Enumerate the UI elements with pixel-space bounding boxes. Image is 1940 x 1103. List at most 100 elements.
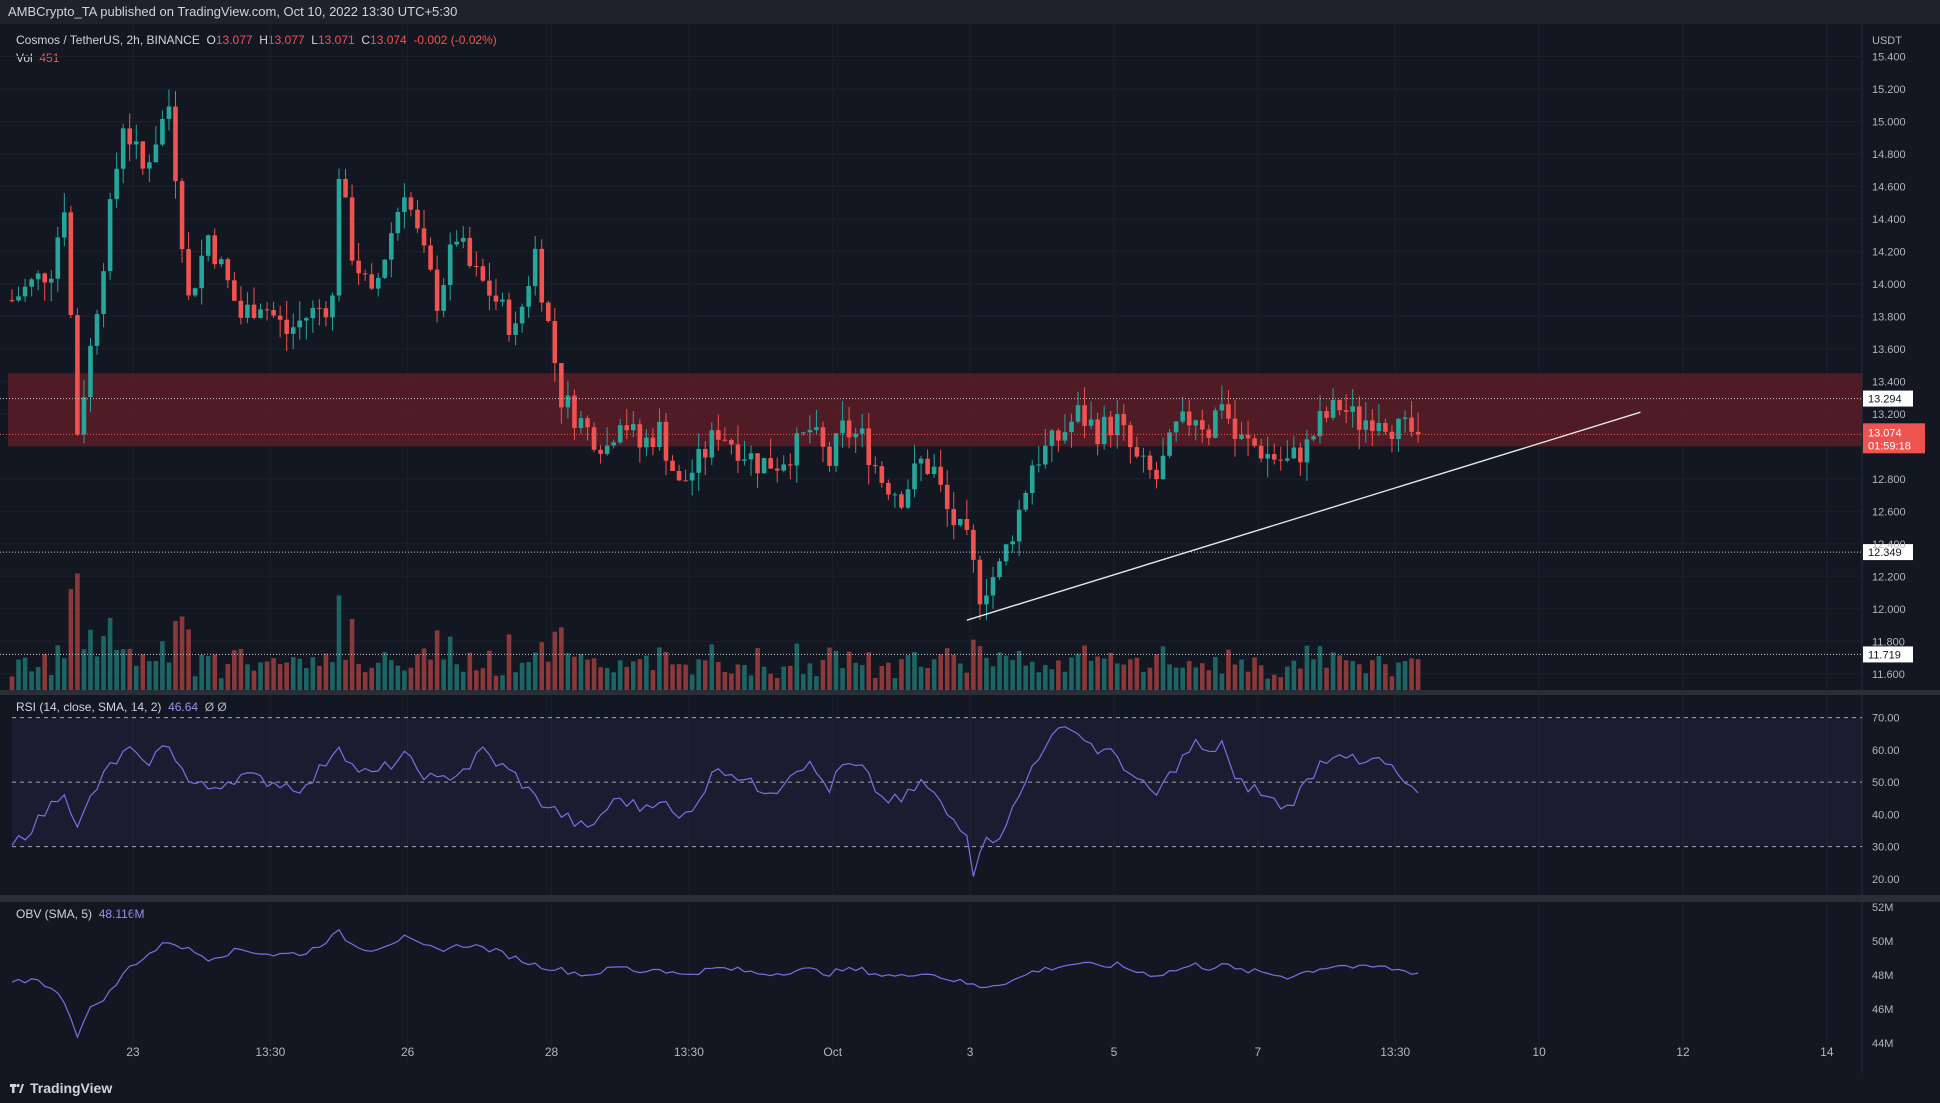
candle	[670, 460, 675, 471]
candle	[676, 470, 682, 481]
footer-brand[interactable]: TradingView	[30, 1080, 112, 1096]
volume-bar	[1396, 662, 1401, 690]
candle	[1363, 420, 1369, 430]
candle	[199, 255, 204, 289]
candle	[735, 444, 741, 461]
candle	[133, 141, 139, 145]
candle	[742, 459, 747, 461]
volume-bar	[245, 664, 250, 690]
candle	[951, 509, 957, 526]
volume-bar	[323, 653, 329, 690]
pane-separator	[0, 895, 1940, 902]
candle	[1147, 455, 1153, 470]
volume-bar	[761, 666, 767, 690]
volume-bar	[330, 662, 335, 690]
volume-bar	[807, 663, 813, 690]
volume-bar	[925, 667, 930, 690]
candle	[604, 445, 610, 454]
candle	[1088, 419, 1094, 426]
candle	[1180, 411, 1185, 422]
volume-bar	[716, 661, 721, 690]
candle	[631, 424, 636, 431]
volume-bar	[408, 667, 414, 690]
candle	[1062, 432, 1068, 441]
candle	[16, 296, 21, 301]
candle	[428, 245, 433, 270]
candle	[1396, 418, 1401, 439]
volume-bar	[846, 651, 852, 690]
volume-bar	[467, 652, 473, 690]
resistance-zone	[8, 373, 1862, 447]
volume-bar	[1206, 670, 1212, 690]
volume-bar	[905, 655, 911, 690]
candle	[1337, 400, 1342, 411]
candle	[1206, 429, 1212, 438]
volume-bar	[1095, 656, 1100, 690]
candle	[644, 437, 649, 448]
rsi-tick-label: 50.00	[1872, 777, 1900, 789]
candle	[1193, 420, 1199, 426]
candle	[1101, 416, 1107, 444]
price-tick-label: 14.400	[1872, 214, 1906, 226]
volume-bar	[317, 665, 322, 690]
volume-bar	[199, 654, 204, 690]
candle	[663, 421, 669, 461]
volume-bar	[552, 631, 558, 690]
price-tick-label: 14.800	[1872, 149, 1906, 161]
volume-bar	[689, 674, 695, 690]
candle	[330, 295, 335, 318]
price-tick-label: 14.200	[1872, 246, 1906, 258]
candle	[447, 244, 453, 286]
price-tick-label: 12.000	[1872, 604, 1906, 616]
volume-bar	[644, 655, 649, 690]
volume-bar	[1363, 673, 1369, 690]
candle	[801, 432, 806, 434]
volume-bar	[192, 676, 198, 690]
volume-bar	[1291, 660, 1297, 690]
footer: TradingView	[0, 1073, 1940, 1103]
volume-bar	[133, 665, 139, 690]
candle	[356, 260, 361, 274]
volume-bar	[1114, 663, 1120, 690]
trading-chart[interactable]: 13.29412.34911.71913.07401:59:18 USDT15.…	[0, 0, 1940, 1073]
volume-bar	[559, 627, 564, 690]
candle	[55, 237, 61, 279]
volume-bar	[415, 654, 420, 690]
volume-bar	[1383, 664, 1388, 690]
volume-bar	[160, 641, 165, 690]
candle	[480, 266, 486, 281]
volume-bar	[918, 666, 924, 690]
candle	[552, 321, 558, 364]
volume-bar	[114, 649, 119, 690]
volume-bar	[35, 666, 41, 690]
candle	[362, 273, 368, 275]
candle	[460, 237, 466, 242]
candle	[1298, 447, 1303, 463]
volume-bar	[729, 673, 734, 690]
candle	[683, 480, 688, 482]
volume-bar	[801, 674, 806, 690]
volume-bar	[1304, 645, 1310, 690]
currency-label: USDT	[1872, 35, 1902, 47]
time-tick-label: 23	[126, 1045, 140, 1059]
obv-line	[11, 928, 1419, 1039]
volume-bar	[1258, 665, 1264, 690]
volume-bar	[1082, 645, 1087, 690]
volume-bar	[1337, 655, 1342, 690]
candle	[755, 453, 760, 474]
candle	[840, 420, 845, 434]
candle	[1154, 469, 1159, 480]
volume-bar	[1128, 659, 1133, 690]
candle	[212, 235, 218, 265]
volume-bar	[1199, 663, 1205, 690]
candle	[1291, 447, 1297, 459]
volume-bar	[81, 649, 87, 690]
volume-bar	[9, 676, 15, 690]
volume-bar	[290, 657, 296, 690]
volume-bar	[565, 653, 571, 690]
volume-bar	[735, 664, 741, 690]
volume-bar	[428, 659, 433, 690]
volume-bar	[519, 662, 525, 690]
volume-bar	[1003, 655, 1009, 690]
candle	[506, 299, 512, 335]
